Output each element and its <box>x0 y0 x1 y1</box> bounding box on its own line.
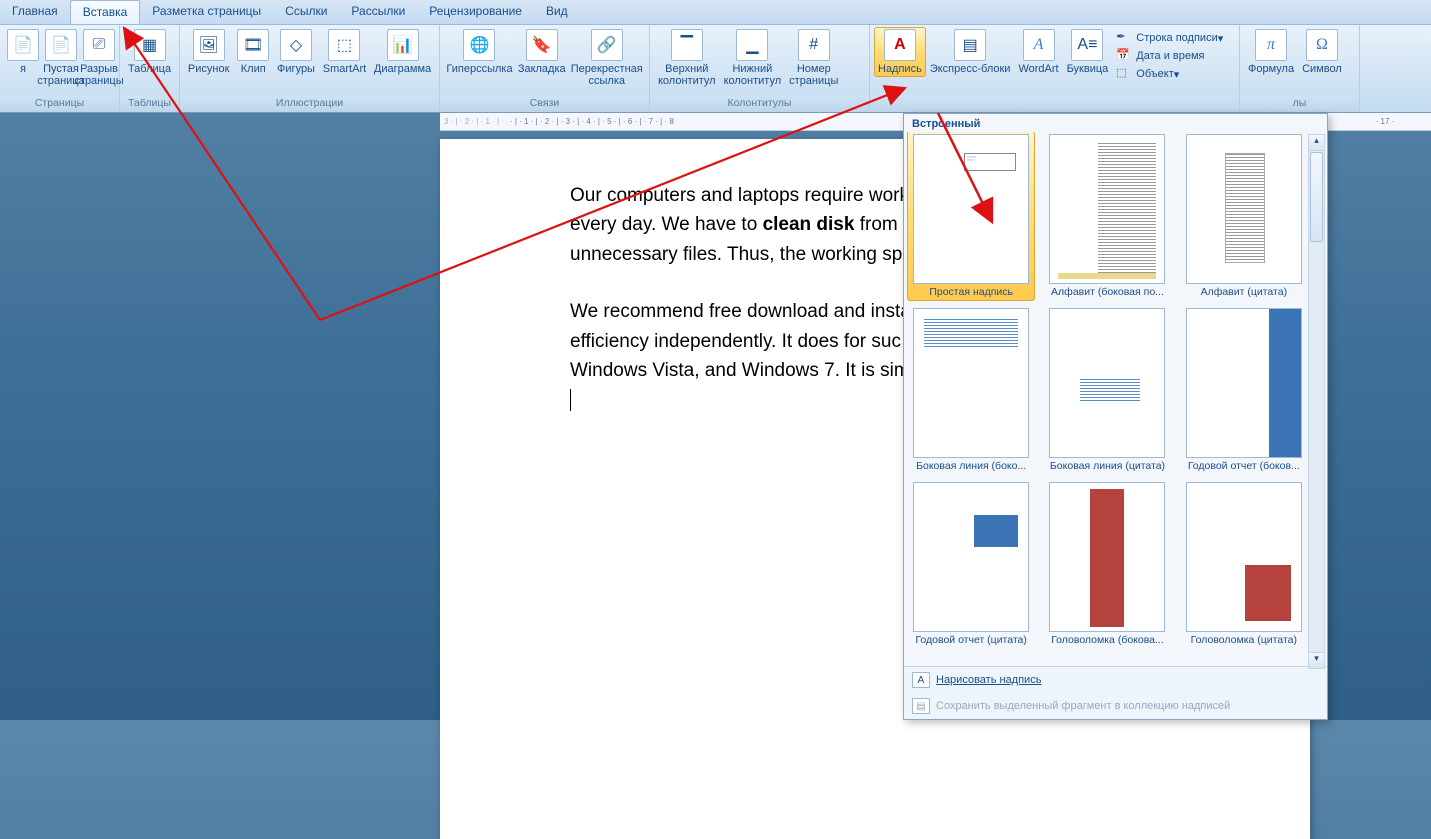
draw-textbox-menuitem[interactable]: AНарисовать надпись <box>904 667 1327 693</box>
tab-home[interactable]: Главная <box>0 0 70 24</box>
group-label-headers: Колонтитулы <box>650 95 869 112</box>
gallery-item-annual-report-sidebar[interactable]: Годовой отчет (боков... <box>1183 308 1305 472</box>
header-button[interactable]: ▔Верхний колонтитул <box>654 27 720 89</box>
gallery-item-sideline-quote[interactable]: Боковая линия (цитата) <box>1046 308 1168 472</box>
page-number-button[interactable]: #Номер страницы <box>785 27 842 89</box>
symbol-button[interactable]: ΩСимвол <box>1298 27 1346 77</box>
text-cursor <box>570 389 571 411</box>
group-label-symbols: лы <box>1240 95 1359 112</box>
clip-button[interactable]: 🎞Клип <box>233 27 273 77</box>
gallery-footer: AНарисовать надпись ▤Сохранить выделенны… <box>904 666 1327 719</box>
dropcap-button[interactable]: A≡Буквица <box>1063 27 1113 77</box>
page-break-button[interactable]: ⎚Разрыв страницы <box>80 27 118 89</box>
group-label-illustrations: Иллюстрации <box>180 95 439 112</box>
gallery-section-header: Встроенный <box>904 114 1327 132</box>
document-area: 3 · | · 2 · | · 1 · | · · | · 1 · | · 2 … <box>0 113 1431 720</box>
textbox-gallery-dropdown: Встроенный ━━━━━━━━━ Простая надпись Алф… <box>903 113 1328 720</box>
picture-button[interactable]: 🖼Рисунок <box>184 27 233 77</box>
footer-button[interactable]: ▁Нижний колонтитул <box>720 27 786 89</box>
tab-view[interactable]: Вид <box>534 0 580 24</box>
gallery-item-puzzle-sidebar[interactable]: Головоломка (бокова... <box>1046 482 1168 646</box>
chart-button[interactable]: 📊Диаграмма <box>370 27 435 77</box>
object-button[interactable]: ⬚Объект ▾ <box>1116 65 1223 83</box>
scroll-thumb[interactable] <box>1310 152 1323 242</box>
tab-insert[interactable]: Вставка <box>70 0 141 24</box>
tab-mailings[interactable]: Рассылки <box>339 0 417 24</box>
quick-parts-button[interactable]: ▤Экспресс-блоки <box>926 27 1015 77</box>
tab-page-layout[interactable]: Разметка страницы <box>140 0 273 24</box>
gallery-item-puzzle-quote[interactable]: Головоломка (цитата) <box>1183 482 1305 646</box>
equation-button[interactable]: πФормула <box>1244 27 1298 77</box>
group-label-links: Связи <box>440 95 649 112</box>
save-to-gallery-menuitem: ▤Сохранить выделенный фрагмент в коллекц… <box>904 693 1327 719</box>
scroll-down-button[interactable]: ▾ <box>1309 652 1324 668</box>
gallery-item-annual-report-quote[interactable]: Годовой отчет (цитата) <box>910 482 1032 646</box>
table-button[interactable]: ▦Таблица <box>124 27 175 77</box>
textbox-draw-icon: A <box>912 672 930 688</box>
hyperlink-button[interactable]: 🌐Гиперссылка <box>444 27 515 77</box>
wordart-button[interactable]: AWordArt <box>1014 27 1062 77</box>
tab-references[interactable]: Ссылки <box>273 0 339 24</box>
gallery-grid: ━━━━━━━━━ Простая надпись Алфавит (боков… <box>904 132 1327 666</box>
bookmark-button[interactable]: 🔖Закладка <box>515 27 569 77</box>
scroll-up-button[interactable]: ▴ <box>1309 135 1324 151</box>
horizontal-ruler-right: · 17 · <box>1355 113 1415 131</box>
gallery-item-sideline-sidebar[interactable]: Боковая линия (боко... <box>910 308 1032 472</box>
group-label-text <box>870 95 1239 112</box>
gallery-item-simple-textbox[interactable]: ━━━━━━━━━ Простая надпись <box>907 132 1035 301</box>
group-label-tables: Таблицы <box>120 95 179 112</box>
gallery-scrollbar[interactable]: ▴ ▾ <box>1308 134 1325 669</box>
cover-page-button[interactable]: 📄я <box>4 27 42 77</box>
date-time-button[interactable]: 📅Дата и время <box>1116 47 1223 65</box>
crossref-button[interactable]: 🔗Перекрестная ссылка <box>568 27 645 89</box>
textbox-button[interactable]: AНадпись <box>874 27 926 77</box>
shapes-button[interactable]: ◇Фигуры <box>273 27 319 77</box>
tab-review[interactable]: Рецензирование <box>417 0 534 24</box>
save-selection-icon: ▤ <box>912 698 930 714</box>
ribbon: 📄я 📄Пустая страница ⎚Разрыв страницы Стр… <box>0 25 1431 113</box>
signature-line-button[interactable]: ✒Строка подписи ▾ <box>1116 29 1223 47</box>
gallery-item-alphabet-sidebar[interactable]: Алфавит (боковая по... <box>1046 134 1168 298</box>
ribbon-tabs: Главная Вставка Разметка страницы Ссылки… <box>0 0 1431 25</box>
group-label-pages: Страницы <box>0 95 119 112</box>
gallery-item-alphabet-quote[interactable]: Алфавит (цитата) <box>1183 134 1305 298</box>
smartart-button[interactable]: ⬚SmartArt <box>319 27 370 77</box>
